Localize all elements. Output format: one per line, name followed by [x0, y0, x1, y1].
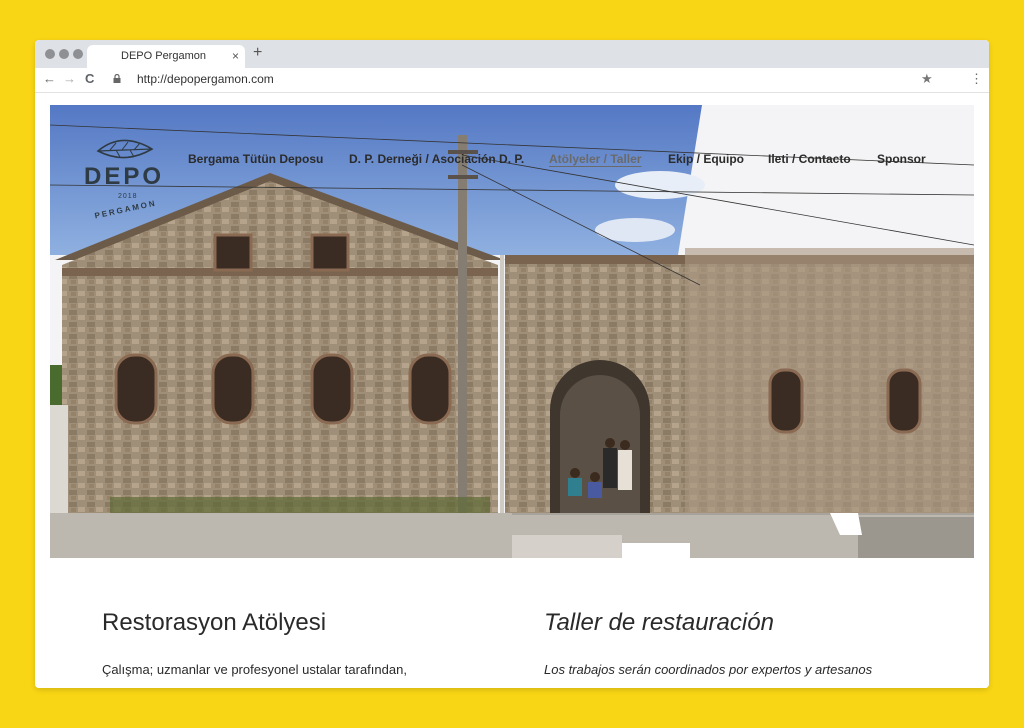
right-section-text: Los trabajos serán coordinados por exper… [544, 662, 873, 677]
window-maximize-dot[interactable] [73, 49, 83, 59]
forward-arrow-icon[interactable]: → [63, 71, 76, 86]
back-arrow-icon[interactable]: ← [43, 71, 56, 86]
window-minimize-dot[interactable] [59, 49, 69, 59]
bookmark-star-icon[interactable]: ★ [921, 71, 933, 87]
main-navigation: Bergama Tütün Deposu D. P. Derneği / Aso… [50, 152, 974, 172]
lock-icon [113, 74, 121, 83]
nav-item-sponsor[interactable]: Sponsor [877, 152, 926, 166]
right-section-title: Taller de restauración [544, 609, 774, 636]
depo-pergamon-logo[interactable]: DEPO 2018 PERGAMON [80, 133, 190, 223]
browser-window: DEPO Pergamon × + ← → C http://depoperga… [35, 40, 989, 688]
address-bar[interactable]: http://depopergamon.com [137, 72, 274, 86]
browser-menu-icon[interactable]: ⋮ [970, 71, 983, 87]
left-section-title: Restorasyon Atölyesi [102, 609, 327, 636]
browser-toolbar: ← → C http://depopergamon.com ★ ⋮ [35, 68, 989, 93]
reload-icon[interactable]: C [85, 71, 94, 86]
nav-item-ekip-equipo[interactable]: Ekip / Equipo [668, 152, 744, 166]
left-section-text: Çalışma; uzmanlar ve profesyonel ustalar… [102, 662, 407, 677]
logo-year: 2018 [118, 193, 138, 200]
web-page: DEPO 2018 PERGAMON Bergama Tütün Deposu … [35, 93, 989, 688]
nav-item-bergama-tutun-deposu[interactable]: Bergama Tütün Deposu [188, 152, 323, 166]
tab-bar: DEPO Pergamon × + [35, 40, 989, 68]
nav-item-atolyeler-taller[interactable]: Atölyeler / Taller [549, 152, 641, 166]
window-close-dot[interactable] [45, 49, 55, 59]
nav-item-ileti-contacto[interactable]: Ileti / Contacto [768, 152, 851, 166]
browser-tab[interactable]: DEPO Pergamon × [87, 45, 245, 68]
new-tab-button[interactable]: + [253, 44, 262, 62]
close-icon[interactable]: × [232, 45, 239, 68]
tab-title: DEPO Pergamon [121, 50, 206, 62]
hero-image: DEPO 2018 PERGAMON Bergama Tütün Deposu … [50, 105, 974, 558]
nav-item-dernegi-asociacion[interactable]: D. P. Derneği / Asociación D. P. [349, 152, 524, 166]
